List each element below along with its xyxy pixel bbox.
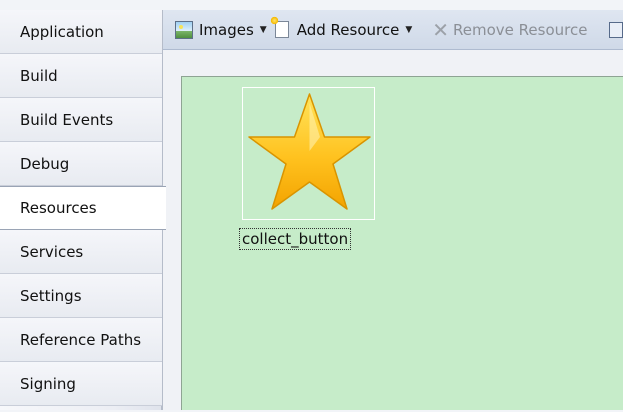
project-properties-sidebar: Application Build Build Events Debug Res…: [0, 10, 166, 410]
resource-name-label[interactable]: collect_button: [239, 228, 352, 250]
sidebar-item-label: Debug: [20, 154, 70, 173]
close-icon: ✕: [432, 17, 450, 42]
star-icon: [248, 93, 371, 210]
remove-resource-button[interactable]: ✕ Remove Resource: [428, 16, 591, 44]
sidebar-item-build[interactable]: Build: [0, 54, 162, 98]
resources-toolbar: Images ▼ Add Resource ▼ ✕ Remove Resourc…: [163, 10, 623, 50]
resource-designer-window: Application Build Build Events Debug Res…: [0, 0, 623, 412]
sidebar-item-debug[interactable]: Debug: [0, 142, 162, 186]
sidebar-item-build-events[interactable]: Build Events: [0, 98, 162, 142]
images-category-dropdown[interactable]: Images ▼: [171, 16, 271, 44]
sidebar-item-label: Settings: [20, 286, 82, 305]
sidebar-item-label: Signing: [20, 374, 76, 393]
sidebar-item-label: Build Events: [20, 110, 114, 129]
add-resource-label: Add Resource: [296, 20, 400, 39]
sidebar-item-label: Resources: [20, 199, 97, 217]
views-button[interactable]: [603, 16, 623, 44]
sidebar-item-application[interactable]: Application: [0, 10, 162, 54]
sidebar-item-reference-paths[interactable]: Reference Paths: [0, 318, 162, 362]
chevron-down-icon: ▼: [259, 24, 267, 35]
sidebar-item-resources[interactable]: Resources: [0, 186, 166, 230]
sidebar-item-label: Reference Paths: [20, 330, 142, 349]
chevron-down-icon[interactable]: ▼: [405, 25, 412, 35]
remove-resource-label: Remove Resource: [453, 20, 588, 39]
sidebar-item-settings[interactable]: Settings: [0, 274, 162, 318]
new-document-icon: [269, 16, 289, 38]
resources-pane: Images ▼ Add Resource ▼ ✕ Remove Resourc…: [162, 10, 623, 410]
image-icon: [175, 20, 193, 39]
sidebar-item-services[interactable]: Services: [0, 230, 162, 274]
views-icon: [609, 21, 623, 38]
sidebar-item-signing[interactable]: Signing: [0, 362, 162, 406]
add-resource-button[interactable]: Add Resource ▼: [269, 16, 417, 44]
sidebar-item-label: Application: [20, 22, 104, 41]
sidebar-item-label: Build: [20, 66, 58, 85]
images-label: Images: [199, 20, 254, 39]
sidebar-item-label: Services: [20, 242, 84, 261]
resource-thumbnail[interactable]: [242, 87, 375, 220]
resource-view-area: collect_button: [181, 76, 623, 410]
